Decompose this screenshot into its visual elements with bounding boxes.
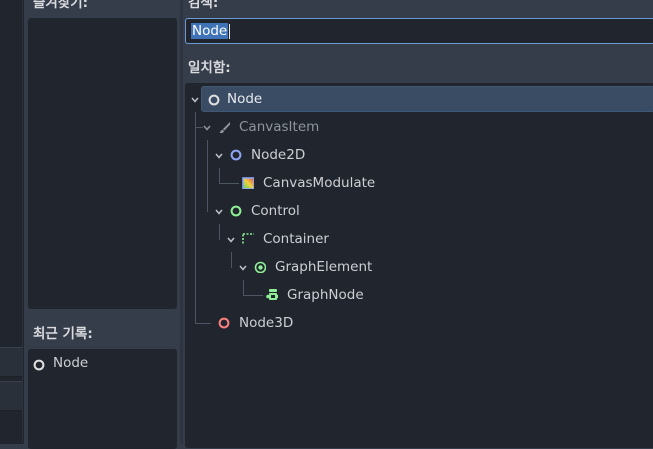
editor-edge (0, 0, 23, 444)
tree-item-label: Node2D (251, 147, 306, 163)
tree-guide-line (243, 280, 244, 296)
recent-list[interactable]: Node (28, 349, 177, 449)
tree-guide-line (195, 323, 211, 324)
tree-item-label: GraphElement (275, 259, 373, 275)
chevron-down-icon[interactable] (226, 235, 236, 245)
tree-item-node2d[interactable]: Node2D (229, 142, 429, 168)
split-divider[interactable] (180, 0, 183, 444)
tree-item-label: GraphNode (287, 287, 364, 303)
tree-item-control[interactable]: Control (229, 198, 429, 224)
tree-guide-line (195, 112, 196, 324)
chevron-down-icon[interactable] (214, 151, 224, 161)
tree-item-node3d[interactable]: Node3D (217, 310, 417, 336)
graph-node-icon (266, 289, 278, 300)
tree-item-label: CanvasModulate (263, 175, 376, 191)
tree-item-label: Node3D (239, 315, 294, 331)
matches-label: 일치함: (188, 60, 231, 76)
text-caret (229, 23, 231, 39)
chevron-down-icon[interactable] (202, 123, 212, 133)
tree-item-graphnode[interactable]: GraphNode (265, 282, 465, 308)
editor-row (0, 381, 22, 411)
favorites-list[interactable] (28, 18, 177, 309)
chevron-down-icon[interactable] (238, 263, 248, 273)
tree-guide-line (219, 183, 239, 184)
tree-item-label: CanvasItem (239, 119, 320, 135)
favorites-label: 즐겨찾기: (33, 0, 89, 11)
tree-item-canvasmodulate[interactable]: CanvasModulate (241, 170, 441, 196)
gradient-square-icon (242, 177, 254, 189)
node-circle-icon (218, 317, 230, 329)
tree-guide-line (219, 168, 220, 184)
tree-item-container[interactable]: Container (241, 226, 441, 252)
editor-row (0, 347, 22, 377)
dotted-square-icon (242, 233, 254, 245)
search-input-value: Node (191, 23, 229, 39)
chevron-down-icon[interactable] (190, 95, 200, 105)
recent-label: 최근 기록: (33, 326, 93, 342)
tree-guide-line (207, 140, 208, 212)
tree-item-canvasitem[interactable]: CanvasItem (215, 114, 415, 140)
node-circle-icon (208, 94, 220, 106)
tree-item-graphelement[interactable]: GraphElement (253, 254, 453, 280)
search-input[interactable]: Node (185, 18, 653, 44)
tree-item-label: Control (251, 203, 300, 219)
node-circle-icon (33, 359, 45, 371)
node-circle-icon (230, 205, 242, 217)
recent-item-label: Node (53, 355, 89, 371)
tree-item-label: Node (227, 91, 263, 107)
tree-item-label: Container (263, 231, 329, 247)
tree-item-node[interactable]: Node (201, 86, 653, 112)
chevron-down-icon[interactable] (214, 207, 224, 217)
editor-background-strip (0, 0, 24, 444)
target-circle-icon (254, 261, 266, 273)
tree-guide-line (243, 295, 263, 296)
search-label: 검색: (188, 0, 219, 11)
node-circle-icon (230, 149, 242, 161)
tree-guide-line (231, 252, 232, 268)
brush-icon (219, 122, 230, 133)
recent-item[interactable]: Node (28, 351, 177, 377)
tree-guide-line (219, 224, 220, 240)
